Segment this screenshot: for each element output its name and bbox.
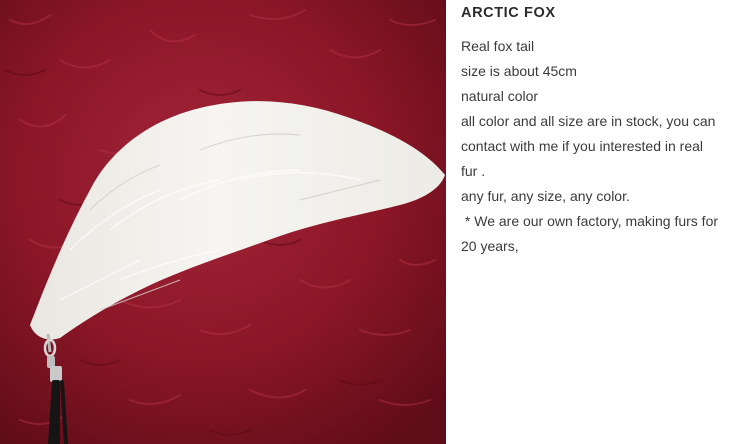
description-line: natural color (461, 88, 539, 104)
description-line: contact with me if you interested in rea… (461, 138, 704, 154)
product-detail: ARCTIC FOX Real fox tail size is about 4… (0, 0, 749, 444)
description-line: Real fox tail (461, 38, 535, 54)
description-line: all color and all size are in stock, you… (461, 113, 716, 129)
description-line: any fur, any size, any color. (461, 188, 630, 204)
description-line: * We are our own factory, making furs fo… (461, 213, 719, 229)
fox-tail-image (0, 0, 446, 444)
product-title: ARCTIC FOX (461, 5, 556, 21)
description-line: size is about 45cm (461, 63, 577, 79)
product-photo[interactable] (0, 0, 446, 444)
product-description: Real fox tail size is about 45cm natural… (461, 34, 745, 259)
description-line: 20 years, (461, 238, 519, 254)
description-line: fur . (461, 163, 486, 179)
